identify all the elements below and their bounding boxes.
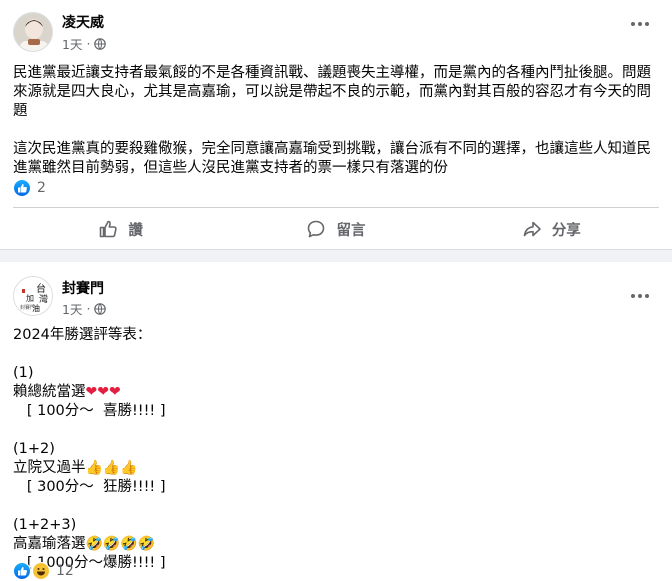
svg-text:台: 台 xyxy=(36,282,46,295)
reaction-summary[interactable]: 12 xyxy=(13,562,74,580)
text-line: (1) xyxy=(13,364,662,383)
emoji-icon: 🤣🤣🤣🤣 xyxy=(85,536,156,552)
post-text: 2024年勝選評等表： (1) 賴總統當選❤❤❤ [ 100分～ 喜勝!!!! ] (… xyxy=(13,326,662,573)
post-author[interactable]: 封賽門 xyxy=(62,278,104,298)
dot-icon xyxy=(631,22,635,26)
globe-icon xyxy=(94,302,107,315)
line-text: 立院又過半 xyxy=(13,460,86,476)
thumbs-up-icon xyxy=(100,220,118,238)
line-text: 賴總統當選 xyxy=(13,384,86,400)
line-text: (1+2+3) xyxy=(13,517,77,533)
text-line: (1+2+3) xyxy=(13,516,662,535)
dot-icon xyxy=(645,294,649,298)
text-line xyxy=(13,421,662,440)
share-label: 分享 xyxy=(551,222,581,239)
text-line: [ 100分～ 喜勝!!!! ] xyxy=(13,402,662,421)
reaction-count: 2 xyxy=(37,180,46,196)
more-options-button[interactable] xyxy=(626,286,654,306)
dot-icon xyxy=(631,294,635,298)
share-icon xyxy=(523,221,541,237)
svg-text:灣: 灣 xyxy=(39,293,48,305)
post-time[interactable]: 1天 xyxy=(62,34,82,53)
text-line: (1+2) xyxy=(13,440,662,459)
text-line xyxy=(13,345,662,364)
share-button[interactable]: 分享 xyxy=(444,211,659,247)
text-line: 高嘉瑜落選🤣🤣🤣🤣 xyxy=(13,535,662,554)
line-text: 2024年勝選評等表： xyxy=(13,327,152,343)
reaction-count: 12 xyxy=(56,563,74,579)
post-card-2: 台 灣 加 油 封賽門 封賽門 1天 · 2024年勝選評等表： (1) 賴總統當選… xyxy=(0,262,672,581)
svg-text:加: 加 xyxy=(26,293,34,303)
like-button[interactable]: 讚 xyxy=(13,211,228,247)
dot-icon xyxy=(645,22,649,26)
line-text: (1+2) xyxy=(13,441,55,457)
avatar-photo-icon xyxy=(14,13,52,51)
post-meta: 1天 · xyxy=(62,299,107,318)
text-line: 立院又過半👍👍👍 xyxy=(13,459,662,478)
haha-icon xyxy=(32,562,50,580)
avatar[interactable] xyxy=(13,12,53,52)
line-text: (1) xyxy=(13,365,34,381)
comment-icon xyxy=(308,220,325,238)
globe-icon xyxy=(94,37,107,50)
like-icon xyxy=(13,179,31,197)
post-time[interactable]: 1天 xyxy=(62,299,82,318)
text-line: [ 300分～ 狂勝!!!! ] xyxy=(13,478,662,497)
more-options-button[interactable] xyxy=(626,14,654,34)
dot-icon xyxy=(638,294,642,298)
text-line: 2024年勝選評等表： xyxy=(13,326,662,345)
text-line: 賴總統當選❤❤❤ xyxy=(13,383,662,402)
post-actions: 讚 留言 分享 xyxy=(13,211,659,247)
text-line: [ 1000分～爆勝!!!! ] xyxy=(13,554,662,573)
post-card-1: 凌天威 1天 · 民進黨最近讓支持者最氣餒的不是各種資訊戰、議題喪失主導權，而是… xyxy=(0,0,672,250)
post-text: 民進黨最近讓支持者最氣餒的不是各種資訊戰、議題喪失主導權，而是黨內的各種內鬥扯後… xyxy=(13,65,651,176)
post-author[interactable]: 凌天威 xyxy=(62,12,104,32)
post-meta: 1天 · xyxy=(62,34,107,53)
reaction-summary[interactable]: 2 xyxy=(13,179,46,197)
line-text: [ 300分～ 狂勝!!!! ] xyxy=(13,479,166,495)
comment-button[interactable]: 留言 xyxy=(228,211,443,247)
line-text: [ 100分～ 喜勝!!!! ] xyxy=(13,403,166,419)
calligraphy-avatar-icon: 台 灣 加 油 封賽門 xyxy=(14,277,52,315)
text-line xyxy=(13,497,662,516)
divider xyxy=(13,207,659,208)
comment-label: 留言 xyxy=(336,222,366,239)
like-icon xyxy=(13,562,31,580)
like-label: 讚 xyxy=(128,222,143,239)
emoji-icon: ❤❤❤ xyxy=(85,384,121,400)
dot-icon xyxy=(638,22,642,26)
avatar[interactable]: 台 灣 加 油 封賽門 xyxy=(13,276,53,316)
emoji-icon: 👍👍👍 xyxy=(85,460,138,476)
svg-text:封賽門: 封賽門 xyxy=(20,304,35,311)
line-text: 高嘉瑜落選 xyxy=(13,536,86,552)
